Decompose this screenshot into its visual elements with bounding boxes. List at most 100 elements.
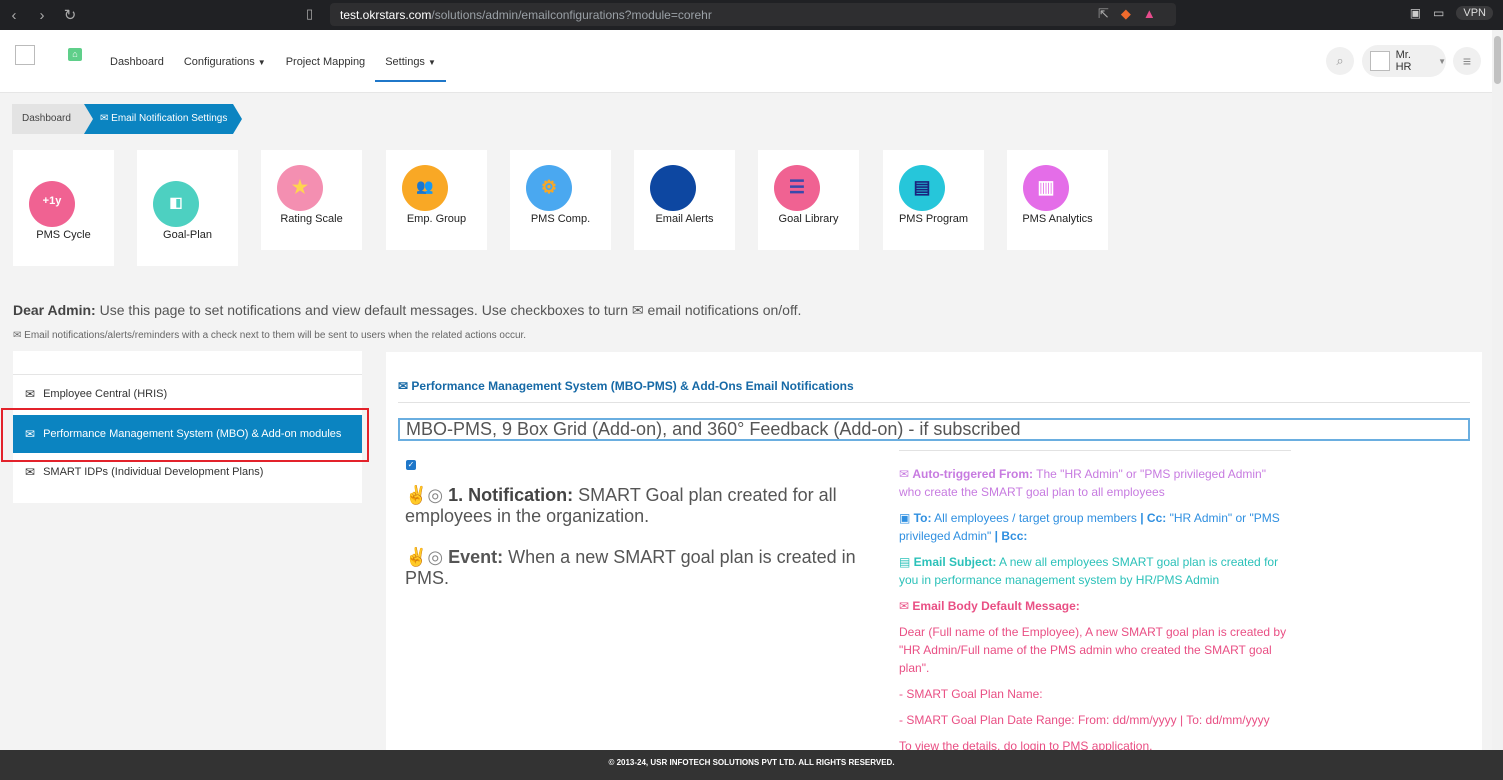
divider bbox=[398, 402, 1470, 403]
recipients-block: ▣ To: All employees / target group membe… bbox=[899, 509, 1291, 545]
pms-cycle-glyph: +1y bbox=[42, 195, 62, 207]
user-menu[interactable]: Mr. HR ▼ bbox=[1362, 45, 1446, 77]
body-text-3: - SMART Goal Plan Date Range: From: dd/m… bbox=[899, 713, 1270, 727]
menu-configurations[interactable]: Configurations ▼ bbox=[174, 42, 276, 82]
notification-label: 1. Notification: bbox=[448, 485, 574, 505]
event-label: Event: bbox=[448, 547, 504, 567]
notification-checkbox[interactable]: ✓ bbox=[406, 460, 416, 470]
body-label-block: ✉ Email Body Default Message: bbox=[899, 597, 1291, 615]
url-actions: ⇱ ◆ ▲ bbox=[1098, 6, 1156, 22]
scrollbar-thumb[interactable] bbox=[1494, 36, 1501, 84]
hamburger-button[interactable]: ≡ bbox=[1453, 47, 1481, 75]
target-icon: ✌◎ bbox=[405, 485, 449, 505]
emp-group-icon: 👥 bbox=[402, 165, 448, 211]
divider bbox=[13, 374, 362, 375]
intro-lead: Dear Admin: bbox=[13, 302, 96, 318]
auto-label: Auto-triggered From: bbox=[912, 467, 1034, 481]
panel-title: ✉ Performance Management System (MBO-PMS… bbox=[398, 379, 854, 393]
tile-label: PMS Cycle bbox=[36, 229, 91, 241]
intro-text-before: Use this page to set notifications and v… bbox=[99, 302, 629, 318]
subject-label: Email Subject: bbox=[913, 555, 997, 569]
hamburger-icon: ≡ bbox=[1462, 53, 1472, 69]
envelope-icon: ✉ bbox=[100, 113, 112, 124]
page-scrollbar[interactable] bbox=[1492, 30, 1503, 750]
module-scope-field[interactable]: MBO-PMS, 9 Box Grid (Add-on), and 360° F… bbox=[398, 418, 1470, 441]
tile-pms-analytics[interactable]: ▥ PMS Analytics bbox=[1007, 150, 1108, 250]
cc-label: | Cc: bbox=[1140, 511, 1167, 525]
forward-icon[interactable]: › bbox=[28, 7, 56, 24]
intro-text-after: email notifications on/off. bbox=[647, 302, 802, 318]
body-text-1: Dear (Full name of the Employee), A new … bbox=[899, 625, 1287, 675]
address-bar[interactable]: test.okrstars.com/solutions/admin/emailc… bbox=[330, 3, 1176, 26]
menu-project-mapping[interactable]: Project Mapping bbox=[276, 42, 376, 82]
event-heading: ✌◎ Event: When a new SMART goal plan is … bbox=[405, 547, 865, 589]
body-label: Email Body Default Message: bbox=[912, 599, 1080, 613]
share-icon[interactable]: ⇱ bbox=[1098, 6, 1109, 22]
back-icon[interactable]: ‹ bbox=[0, 7, 28, 24]
highlight-box bbox=[1, 408, 369, 462]
vpn-button[interactable]: VPN bbox=[1456, 6, 1493, 20]
divider bbox=[899, 450, 1291, 451]
envelope-icon: ✉ bbox=[899, 467, 913, 481]
intro-sub: Email notifications/alerts/reminders wit… bbox=[24, 330, 527, 341]
browser-toolbar: ‹ › ↻ ▯ test.okrstars.com/solutions/admi… bbox=[0, 0, 1503, 30]
menu-settings[interactable]: Settings ▼ bbox=[375, 42, 446, 82]
goal-plan-icon: ◧ bbox=[153, 181, 199, 227]
wallet-icon[interactable]: ▭ bbox=[1433, 6, 1444, 20]
rating-scale-glyph: ★ bbox=[291, 177, 309, 197]
intro-subtext: ✉ Email notifications/alerts/reminders w… bbox=[13, 330, 526, 341]
tile-pms-program[interactable]: ▤ PMS Program bbox=[883, 150, 984, 250]
menu-dashboard-label: Dashboard bbox=[110, 55, 164, 68]
tile-pms-comp[interactable]: ⚙ PMS Comp. bbox=[510, 150, 611, 250]
url-path: /solutions/admin/emailconfigurations?mod… bbox=[431, 7, 712, 22]
envelope-icon: ✉ bbox=[25, 465, 36, 479]
search-button[interactable]: ⌕ bbox=[1326, 47, 1354, 75]
breadcrumb-current-label: Email Notification Settings bbox=[111, 113, 228, 124]
tile-email-alerts[interactable]: Email Alerts bbox=[634, 150, 735, 250]
app-header: ⌂ Dashboard Configurations ▼ Project Mapp… bbox=[0, 30, 1492, 93]
pms-program-icon: ▤ bbox=[899, 165, 945, 211]
breadcrumb-dashboard[interactable]: Dashboard bbox=[12, 104, 84, 134]
tile-label: Goal Library bbox=[778, 213, 839, 225]
id-card-icon: ▣ bbox=[899, 511, 914, 525]
notification-panel: ✉ Performance Management System (MBO-PMS… bbox=[386, 352, 1482, 753]
caret-down-icon: ▼ bbox=[257, 57, 266, 67]
tile-label: PMS Program bbox=[898, 213, 969, 225]
tile-pms-cycle[interactable]: +1y PMS Cycle bbox=[13, 150, 114, 266]
tile-rating-scale[interactable]: ★ Rating Scale bbox=[261, 150, 362, 250]
company-logo[interactable] bbox=[15, 45, 35, 65]
envelope-icon: ✉ bbox=[398, 379, 412, 393]
subject-block: ▤ Email Subject: A new all employees SMA… bbox=[899, 553, 1291, 589]
sidebar-item-employee-central[interactable]: ✉ Employee Central (HRIS) bbox=[13, 376, 362, 412]
target-icon: ✌◎ bbox=[405, 547, 449, 567]
brave-shield-icon[interactable]: ◆ bbox=[1121, 6, 1131, 22]
reload-icon[interactable]: ↻ bbox=[56, 6, 84, 24]
document-icon: ▤ bbox=[899, 555, 914, 569]
sidebar-toggle-icon[interactable]: ▣ bbox=[1410, 6, 1421, 20]
tile-emp-group[interactable]: 👥 Emp. Group bbox=[386, 150, 487, 250]
email-alerts-icon bbox=[650, 165, 696, 211]
open-envelope-icon: ✉ bbox=[899, 599, 913, 613]
sidebar-item-label: Employee Central (HRIS) bbox=[43, 388, 168, 400]
menu-project-mapping-label: Project Mapping bbox=[285, 55, 366, 68]
breadcrumb-dashboard-label: Dashboard bbox=[22, 113, 71, 124]
brave-rewards-icon[interactable]: ▲ bbox=[1143, 6, 1156, 22]
tile-label: Email Alerts bbox=[655, 213, 714, 225]
tile-label: PMS Analytics bbox=[1022, 213, 1093, 225]
goal-library-glyph: ☰ bbox=[788, 177, 806, 197]
caret-down-icon: ▼ bbox=[427, 57, 436, 67]
footer-text: © 2013-24, USR INFOTECH SOLUTIONS PVT LT… bbox=[608, 758, 895, 767]
to-label: To: bbox=[913, 511, 932, 525]
menu-settings-label: Settings bbox=[385, 55, 425, 68]
pms-comp-icon: ⚙ bbox=[526, 165, 572, 211]
menu-dashboard[interactable]: Dashboard bbox=[100, 42, 174, 82]
tile-goal-plan[interactable]: ◧ Goal-Plan bbox=[137, 150, 238, 266]
breadcrumb: Dashboard ✉ Email Notification Settings bbox=[12, 104, 243, 134]
pms-comp-glyph: ⚙ bbox=[540, 177, 558, 197]
tile-goal-library[interactable]: ☰ Goal Library bbox=[758, 150, 859, 250]
goal-library-icon: ☰ bbox=[774, 165, 820, 211]
user-name: Mr. HR bbox=[1395, 49, 1412, 73]
bookmark-icon[interactable]: ▯ bbox=[306, 6, 313, 22]
tile-label: PMS Comp. bbox=[530, 213, 591, 225]
home-icon[interactable]: ⌂ bbox=[68, 48, 82, 61]
